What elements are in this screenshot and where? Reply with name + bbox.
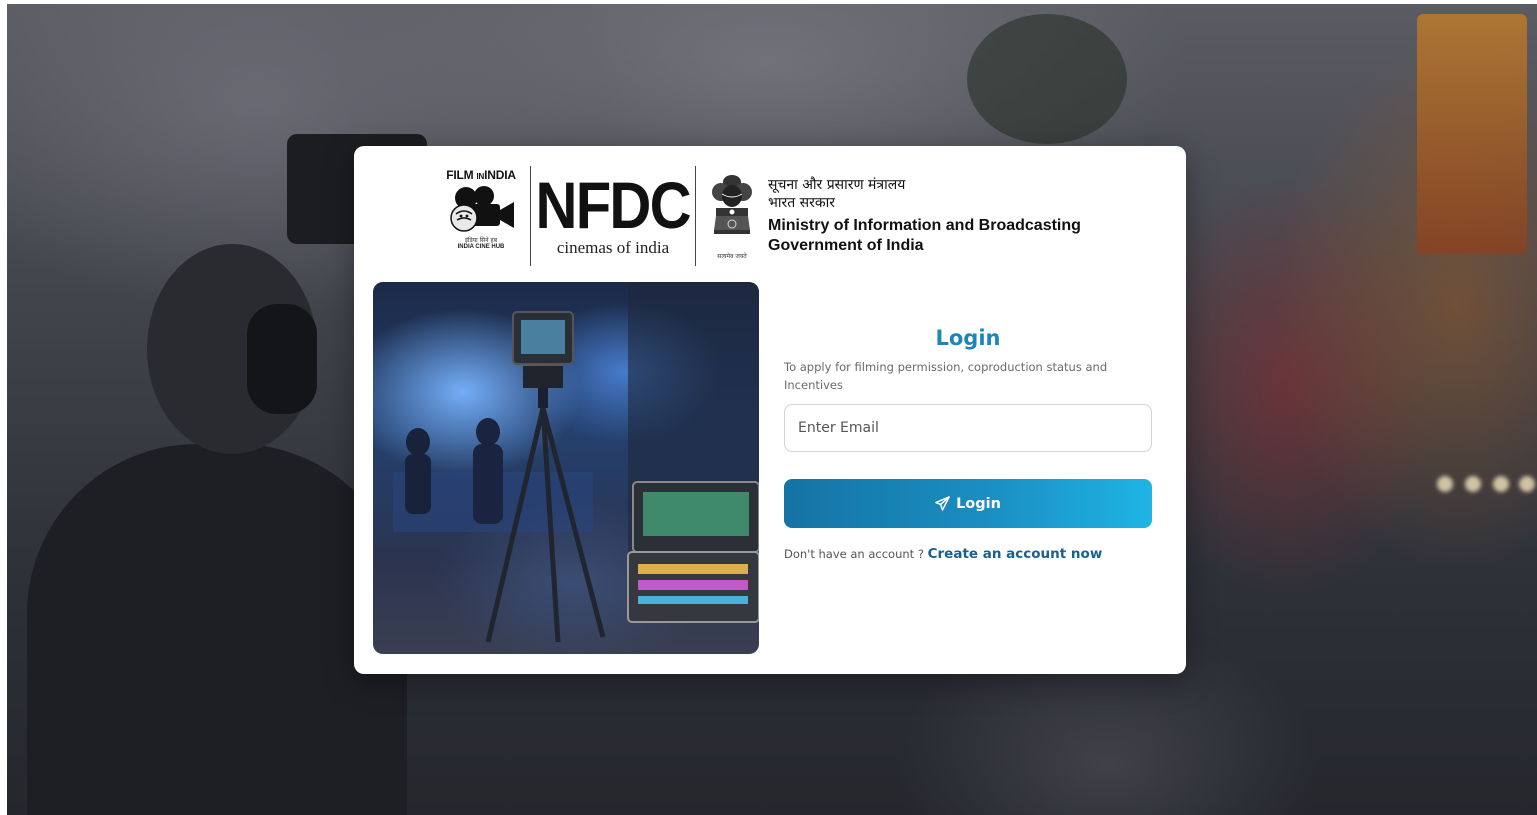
ministry-english-line2: Government of India: [768, 237, 924, 254]
header-logos: FILM ININDIA इंडिया सिने हब INDIA CINE H…: [444, 164, 1081, 268]
film-set-image: [373, 282, 759, 654]
ashoka-lion-emblem-icon: [712, 175, 752, 234]
ministry-hindi-line2: भारत सरकार: [768, 195, 835, 211]
ministry-english-line1: Ministry of Information and Broadcasting: [768, 217, 1081, 234]
film-title-word: FILM: [446, 168, 474, 182]
create-account-link[interactable]: Create an account now: [928, 546, 1103, 562]
background-light: [1465, 476, 1481, 492]
film-set-illustration: [393, 282, 759, 643]
login-form: Login To apply for filming permission, c…: [784, 326, 1152, 562]
background-light: [1519, 476, 1535, 492]
film-logo-hindi: इंडिया सिने हब: [464, 237, 498, 244]
tiger-camera-icon: [450, 186, 514, 232]
login-subtitle: To apply for filming permission, coprodu…: [784, 360, 1108, 392]
emblem-motto: सत्यमेव जयते: [717, 253, 747, 260]
film-in-india-title: FILM ININDIA: [446, 168, 516, 182]
background-light: [1437, 476, 1453, 492]
film-title-small: IN: [476, 172, 485, 181]
send-icon: [935, 496, 950, 511]
film-logo-subtitle: INDIA CINE HUB: [457, 244, 505, 250]
ministry-text: सूचना और प्रसारण मंत्रालय भारत सरकार Min…: [768, 176, 1081, 256]
login-card: FILM ININDIA इंडिया सिने हब INDIA CINE H…: [354, 146, 1186, 674]
email-input[interactable]: [784, 404, 1152, 452]
divider: [530, 166, 531, 266]
nfdc-mark: NFDC: [535, 168, 692, 242]
background-palm: [967, 14, 1127, 144]
film-in-india-logo: FILM ININDIA इंडिया सिने हब INDIA CINE H…: [444, 168, 518, 264]
background-neon-sign: [1417, 14, 1527, 254]
background-light: [1493, 476, 1509, 492]
login-button[interactable]: Login: [784, 479, 1152, 528]
login-button-label: Login: [956, 495, 1001, 512]
divider: [695, 166, 696, 266]
signup-row: Don't have an account ? Create an accoun…: [784, 546, 1152, 562]
background-headphones: [247, 304, 317, 414]
background-cameraman-body: [27, 444, 407, 815]
nfdc-logo: NFDC cinemas of india: [536, 172, 692, 258]
film-title-end: INDIA: [484, 168, 516, 182]
national-emblem: सत्यमेव जयते: [708, 172, 756, 260]
ministry-hindi-line1: सूचना और प्रसारण मंत्रालय: [768, 177, 906, 193]
login-title: Login: [935, 326, 1001, 350]
signup-prompt: Don't have an account ?: [784, 547, 924, 561]
